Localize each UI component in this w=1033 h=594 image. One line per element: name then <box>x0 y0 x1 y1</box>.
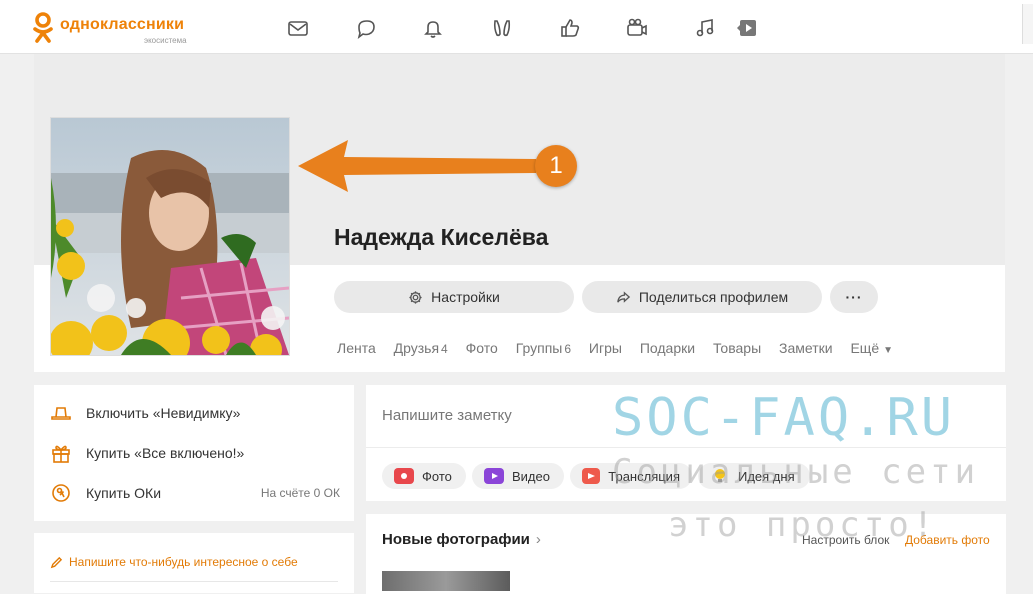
tab-label: Друзья <box>393 340 440 356</box>
note-stream-label: Трансляция <box>608 468 680 484</box>
scroll-edge <box>1022 4 1033 44</box>
chat-icon[interactable] <box>355 17 377 39</box>
tab-label: Лента <box>337 340 376 356</box>
avatar-photo <box>51 118 289 355</box>
about-card: Напишите что-нибудь интересное о себе <box>34 533 354 593</box>
profile-tabs: Лента Друзья 4 Фото Группы 6 Игры Подарки … <box>337 340 907 356</box>
video-icon <box>484 468 504 484</box>
lightbulb-icon <box>710 468 730 484</box>
settings-button[interactable]: Настройки <box>334 281 574 313</box>
pencil-icon <box>50 556 63 568</box>
gear-icon <box>409 290 422 304</box>
tab-feed[interactable]: Лента <box>337 340 376 356</box>
invisible-mode-link[interactable]: Включить «Невидимку» <box>50 401 340 425</box>
all-inclusive-label: Купить «Все включено!» <box>86 445 245 461</box>
buy-ok-label: Купить ОКи <box>86 485 162 501</box>
logo-text: одноклассники <box>60 16 185 33</box>
tab-groups[interactable]: Группы 6 <box>516 340 571 356</box>
divider <box>366 447 1006 448</box>
note-idea-button[interactable]: Идея дня <box>698 463 810 489</box>
note-video-label: Видео <box>512 468 550 484</box>
top-bar: одноклассники экосистема <box>0 0 1033 54</box>
new-photos-card: Новые фотографии › Настроить блок Добавит… <box>366 514 1006 594</box>
tab-goods[interactable]: Товары <box>713 340 761 356</box>
tab-gifts[interactable]: Подарки <box>640 340 695 356</box>
tab-label: Заметки <box>779 340 833 356</box>
annotation-badge: 1 <box>535 145 577 187</box>
tab-count: 4 <box>441 342 448 356</box>
tab-photos[interactable]: Фото <box>466 340 498 356</box>
invisible-mode-label: Включить «Невидимку» <box>86 405 241 421</box>
music-icon[interactable] <box>694 17 716 39</box>
about-me-link[interactable]: Напишите что-нибудь интересное о себе <box>50 555 298 569</box>
add-photo-link[interactable]: Добавить фото <box>905 533 990 547</box>
coin-icon <box>50 482 72 504</box>
tab-label: Подарки <box>639 340 696 356</box>
photo-camera-icon <box>394 468 414 484</box>
photo-thumbnail[interactable] <box>382 571 510 591</box>
tab-label: Группы <box>515 340 563 356</box>
new-photos-title-text: Новые фотографии <box>382 531 530 548</box>
logo-subtitle: экосистема <box>144 36 187 45</box>
note-video-button[interactable]: Видео <box>472 463 564 489</box>
likes-icon[interactable] <box>559 17 581 39</box>
note-composer: Напишите заметку Фото Видео Трансляция И… <box>366 385 1006 501</box>
ok-logo[interactable]: одноклассники экосистема <box>32 12 202 48</box>
note-input[interactable]: Напишите заметку <box>382 407 512 424</box>
share-button-label: Поделиться профилем <box>638 289 789 305</box>
configure-block-link[interactable]: Настроить блок <box>802 533 889 547</box>
about-me-label: Напишите что-нибудь интересное о себе <box>69 555 298 569</box>
tab-label: Игры <box>588 340 622 356</box>
hat-icon <box>50 402 72 424</box>
share-profile-button[interactable]: Поделиться профилем <box>582 281 822 313</box>
new-photos-title[interactable]: Новые фотографии › <box>382 531 541 548</box>
profile-avatar[interactable] <box>50 117 290 356</box>
chevron-right-icon: › <box>535 531 541 548</box>
video-camera-icon[interactable] <box>626 17 648 39</box>
tab-count: 6 <box>564 342 572 356</box>
tab-more[interactable]: Ещё ▼ <box>850 340 893 356</box>
tab-notes[interactable]: Заметки <box>779 340 833 356</box>
buy-ok-link[interactable]: Купить ОКи На счёте 0 ОК <box>50 481 340 505</box>
tab-label: Фото <box>465 340 498 356</box>
profile-name: Надежда Киселёва <box>334 224 549 250</box>
stream-icon <box>582 468 601 484</box>
note-stream-button[interactable]: Трансляция <box>570 463 692 489</box>
note-idea-label: Идея дня <box>738 468 795 484</box>
more-options-button[interactable]: ··· <box>830 281 878 313</box>
bell-icon[interactable] <box>422 17 444 39</box>
note-photo-button[interactable]: Фото <box>382 463 466 489</box>
tab-label: Товары <box>712 340 762 356</box>
ok-balance: На счёте 0 ОК <box>260 486 340 500</box>
share-arrow-icon <box>617 290 630 303</box>
gift-icon <box>50 442 72 464</box>
all-inclusive-link[interactable]: Купить «Все включено!» <box>50 441 340 465</box>
settings-button-label: Настройки <box>431 289 500 305</box>
caret-down-icon: ▼ <box>883 345 894 356</box>
left-actions-card: Включить «Невидимку» Купить «Все включен… <box>34 385 354 521</box>
note-photo-label: Фото <box>422 468 452 484</box>
video-play-icon[interactable] <box>735 17 757 39</box>
tab-games[interactable]: Игры <box>589 340 622 356</box>
divider <box>50 581 338 582</box>
tab-friends[interactable]: Друзья 4 <box>394 340 448 356</box>
guests-icon[interactable] <box>491 17 513 39</box>
tab-label: Ещё <box>850 340 880 356</box>
ok-logo-icon <box>33 12 53 43</box>
mail-icon[interactable] <box>287 17 309 39</box>
